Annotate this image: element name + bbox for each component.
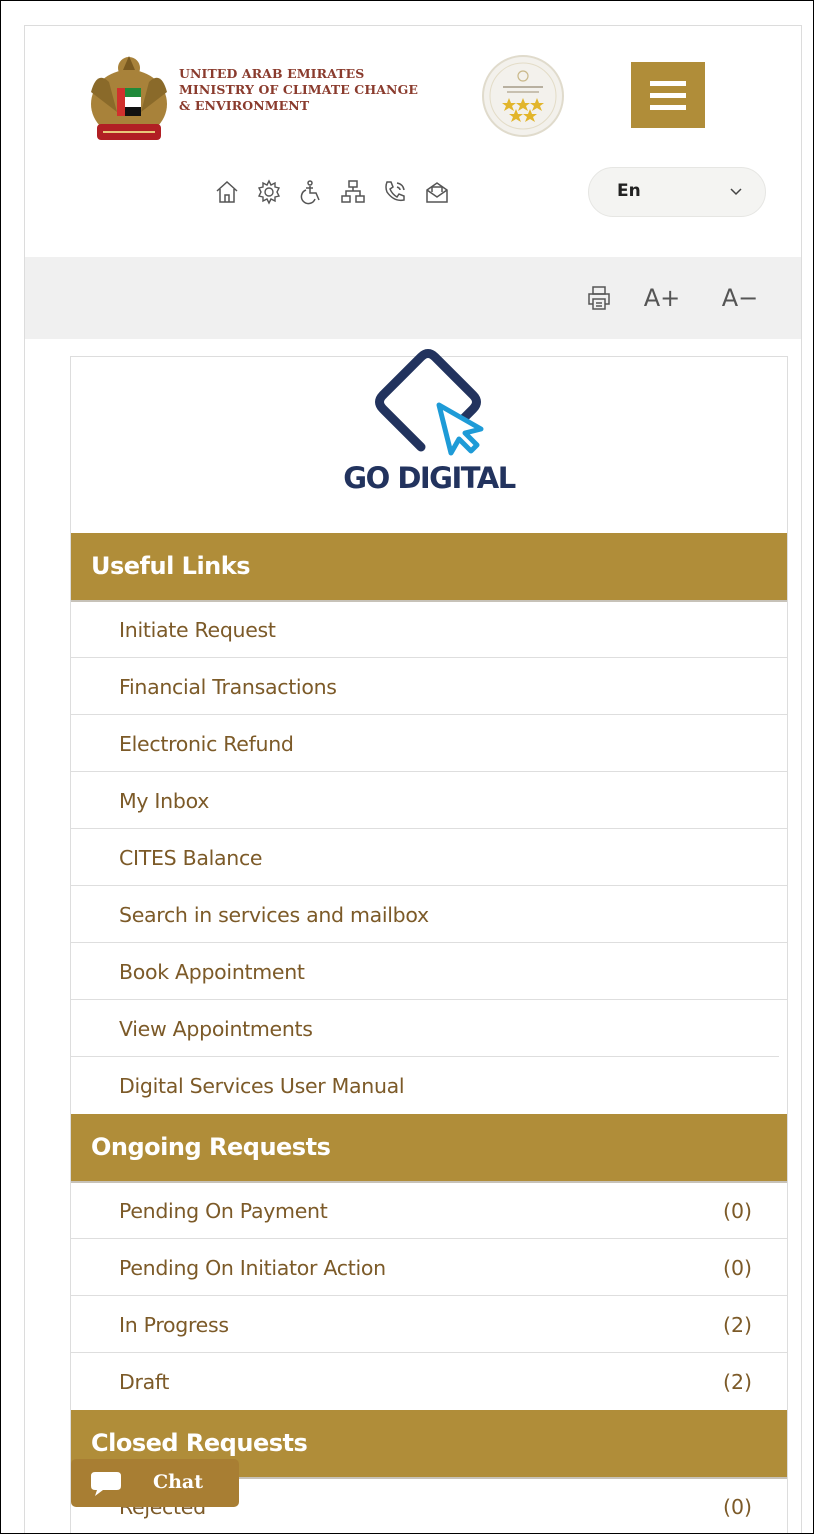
ministry-line-3: & ENVIRONMENT <box>179 98 310 113</box>
request-label: Draft <box>119 1370 170 1394</box>
go-digital-text: GO DIGITAL <box>343 461 516 495</box>
go-digital-logo-icon <box>375 349 484 456</box>
link-label: Search in services and mailbox <box>119 903 429 927</box>
request-count: (0) <box>722 1495 752 1519</box>
sitemap-icon[interactable] <box>335 176 371 208</box>
link-search-services[interactable]: Search in services and mailbox <box>71 887 787 943</box>
menu-bar-3 <box>650 105 686 110</box>
link-label: View Appointments <box>119 1017 313 1041</box>
link-cites-balance[interactable]: CITES Balance <box>71 830 787 886</box>
print-icon[interactable] <box>581 281 617 315</box>
request-count: (0) <box>722 1199 752 1223</box>
ongoing-requests-header: Ongoing Requests <box>71 1114 787 1183</box>
decrease-text-label: A− <box>721 284 759 312</box>
settings-icon[interactable] <box>251 176 287 208</box>
request-pending-payment[interactable]: Pending On Payment (0) <box>71 1183 787 1239</box>
go-digital-banner[interactable]: GO DIGITAL <box>71 349 787 533</box>
hamburger-menu-button[interactable] <box>631 62 705 128</box>
ministry-line-2: MINISTRY OF CLIMATE CHANGE <box>179 82 418 97</box>
request-label: Pending On Payment <box>119 1199 328 1223</box>
chat-bubble-icon <box>91 1472 121 1496</box>
request-label: In Progress <box>119 1313 229 1337</box>
header-tools <box>209 172 461 212</box>
decrease-text-button[interactable]: A− <box>715 281 765 315</box>
link-book-appointment[interactable]: Book Appointment <box>71 944 787 1000</box>
link-my-inbox[interactable]: My Inbox <box>71 773 787 829</box>
uae-emblem-icon <box>91 56 167 140</box>
useful-links-header: Useful Links <box>71 533 787 602</box>
chat-button[interactable]: Chat <box>71 1459 239 1507</box>
phone-icon[interactable] <box>377 176 413 208</box>
link-label: My Inbox <box>119 789 210 813</box>
language-value: En <box>617 181 641 201</box>
link-label: Financial Transactions <box>119 675 337 699</box>
side-panel: GO DIGITAL Useful Links Initiate Request… <box>70 349 788 1533</box>
ministry-logo[interactable]: UNITED ARAB EMIRATES MINISTRY OF CLIMATE… <box>87 52 447 152</box>
chat-label: Chat <box>153 1471 204 1493</box>
ministry-line-1: UNITED ARAB EMIRATES <box>179 66 365 81</box>
accessibility-icon[interactable] <box>293 176 329 208</box>
link-initiate-request[interactable]: Initiate Request <box>71 602 787 658</box>
request-label: Pending On Initiator Action <box>119 1256 386 1280</box>
home-icon[interactable] <box>209 176 245 208</box>
accessibility-toolbar: A+ A− <box>25 257 801 339</box>
ministry-name: UNITED ARAB EMIRATES MINISTRY OF CLIMATE… <box>179 66 418 114</box>
request-pending-initiator[interactable]: Pending On Initiator Action (0) <box>71 1240 787 1296</box>
link-label: Book Appointment <box>119 960 305 984</box>
useful-links-title: Useful Links <box>91 552 251 580</box>
link-electronic-refund[interactable]: Electronic Refund <box>71 716 787 772</box>
link-label: CITES Balance <box>119 846 263 870</box>
ongoing-requests-title: Ongoing Requests <box>91 1133 331 1161</box>
request-in-progress[interactable]: In Progress (2) <box>71 1297 787 1353</box>
link-label: Initiate Request <box>119 618 276 642</box>
menu-bar-1 <box>650 81 686 86</box>
page: UNITED ARAB EMIRATES MINISTRY OF CLIMATE… <box>24 25 802 1533</box>
request-count: (2) <box>722 1370 752 1394</box>
link-view-appointments[interactable]: View Appointments <box>71 1001 779 1057</box>
request-draft[interactable]: Draft (2) <box>71 1354 787 1410</box>
government-stars-badge <box>482 55 564 137</box>
link-label: Digital Services User Manual <box>119 1074 405 1098</box>
closed-requests-title: Closed Requests <box>91 1429 308 1457</box>
increase-text-button[interactable]: A+ <box>637 281 687 315</box>
request-count: (0) <box>722 1256 752 1280</box>
link-user-manual[interactable]: Digital Services User Manual <box>71 1058 787 1114</box>
browser-frame: UNITED ARAB EMIRATES MINISTRY OF CLIMATE… <box>0 0 814 1534</box>
link-label: Electronic Refund <box>119 732 294 756</box>
request-count: (2) <box>722 1313 752 1337</box>
menu-bar-2 <box>650 93 686 98</box>
language-select[interactable]: En <box>588 167 766 217</box>
link-financial-transactions[interactable]: Financial Transactions <box>71 659 787 715</box>
chevron-down-icon <box>730 188 742 196</box>
increase-text-label: A+ <box>643 284 681 312</box>
mail-icon[interactable] <box>419 176 455 208</box>
